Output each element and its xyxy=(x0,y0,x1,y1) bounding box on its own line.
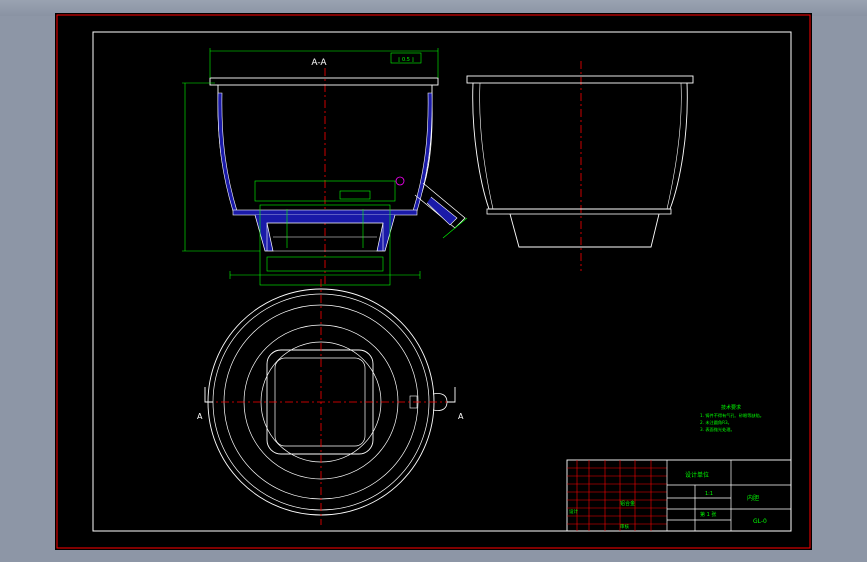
section-marker-left: A xyxy=(197,412,203,421)
title-block-scale: 1:1 xyxy=(705,491,713,497)
cad-drawing-canvas[interactable]: ▯ 0.5 ▯ A-A A A 技术要求 1. 铸件不得有气孔、砂眼等缺陷。 2… xyxy=(55,13,812,550)
section-view-aa: ▯ 0.5 ▯ A-A xyxy=(182,48,468,286)
note-3: 3. 表面抛光处理。 xyxy=(700,426,735,433)
top-plan-view: A A xyxy=(197,279,464,525)
elevation-view xyxy=(466,61,694,271)
title-block-sheet: 第 1 张 xyxy=(700,511,716,518)
note-2: 2. 未注圆角R3。 xyxy=(700,419,732,426)
drawing-sheet: ▯ 0.5 ▯ A-A A A 技术要求 1. 铸件不得有气孔、砂眼等缺陷。 2… xyxy=(56,14,811,549)
tolerance-box-text: ▯ 0.5 ▯ xyxy=(398,57,415,63)
title-block-drawing-no: GL-0 xyxy=(753,518,767,525)
outer-frame xyxy=(56,14,811,549)
section-marker-right: A xyxy=(458,412,464,421)
title-block-checker: 审核 xyxy=(620,523,629,530)
title-block-part-name: 内胆 xyxy=(747,494,759,502)
title-block-material: 铝合金 xyxy=(620,500,635,507)
inner-frame xyxy=(92,31,792,532)
title-block: 设计单位 内胆 GL-0 铝合金 1:1 第 1 张 设计 审核 xyxy=(566,459,792,532)
section-label: A-A xyxy=(311,58,327,68)
note-1: 1. 铸件不得有气孔、砂眼等缺陷。 xyxy=(700,412,764,419)
technical-notes: 技术要求 1. 铸件不得有气孔、砂眼等缺陷。 2. 未注圆角R3。 3. 表面抛… xyxy=(700,404,764,433)
title-block-designer: 设计 xyxy=(569,508,578,515)
title-block-company: 设计单位 xyxy=(685,471,709,479)
notes-title: 技术要求 xyxy=(721,404,741,411)
